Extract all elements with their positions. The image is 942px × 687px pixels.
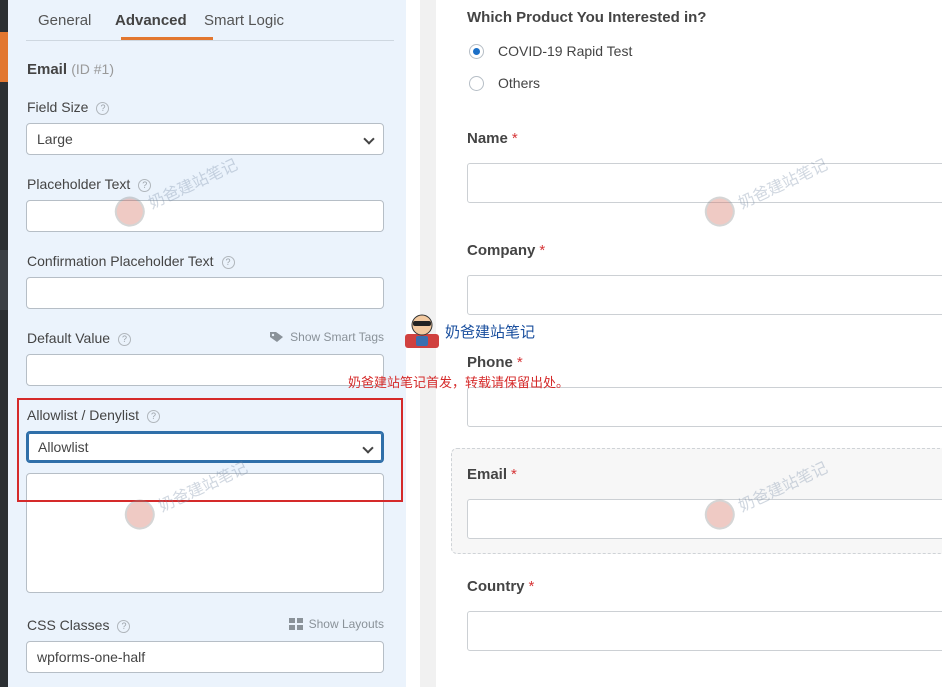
builder-page: General Advanced Smart Logic Email (ID #…: [0, 0, 942, 687]
company-label-text: Company: [467, 242, 536, 259]
tab-smart-logic[interactable]: Smart Logic: [204, 12, 284, 29]
active-tab-indicator: [121, 37, 213, 40]
chevron-down-icon: [363, 133, 375, 145]
email-input[interactable]: [467, 499, 942, 539]
placeholder-label: Placeholder Text?: [27, 176, 152, 192]
country-label-text: Country: [467, 578, 525, 595]
field-name: Email: [27, 61, 68, 78]
email-label-text: Email: [467, 466, 508, 483]
show-smart-tags-link[interactable]: Show Smart Tags: [269, 330, 384, 344]
show-layouts-link[interactable]: Show Layouts: [288, 617, 384, 631]
field-title: Email (ID #1): [27, 61, 114, 78]
radio-option-label: COVID-19 Rapid Test: [498, 43, 633, 59]
css-classes-label: CSS Classes?: [27, 617, 131, 633]
name-label: Name *: [467, 130, 518, 147]
required-marker: *: [528, 578, 535, 595]
radio-option-label: Others: [498, 75, 541, 91]
field-id: (ID #1): [71, 61, 114, 77]
required-marker: *: [511, 130, 518, 147]
email-label: Email *: [467, 466, 517, 483]
default-value-label-text: Default Value: [27, 330, 111, 346]
required-marker: *: [511, 466, 517, 483]
placeholder-label-text: Placeholder Text: [27, 176, 131, 192]
phone-label: Phone *: [467, 354, 523, 371]
field-size-label: Field Size?: [27, 99, 110, 115]
country-input[interactable]: [467, 611, 942, 651]
field-options-tabs: General Advanced Smart Logic: [26, 0, 394, 41]
field-size-select[interactable]: Large: [26, 123, 384, 155]
highlight-annotation-box: [17, 398, 403, 502]
admin-sidebar-strip: [0, 0, 8, 687]
center-watermark: 奶爸建站笔记: [403, 312, 535, 350]
product-question-label: Which Product You Interested in?: [467, 9, 707, 26]
phone-label-text: Phone: [467, 354, 513, 371]
copyright-note: 奶爸建站笔记首发，转载请保留出处。: [348, 375, 570, 390]
tab-advanced[interactable]: Advanced: [115, 12, 187, 29]
confirm-placeholder-label: Confirmation Placeholder Text?: [27, 253, 235, 269]
radio-option-others[interactable]: Others: [469, 75, 540, 91]
required-marker: *: [516, 354, 523, 371]
required-marker: *: [539, 242, 546, 259]
field-size-value: Large: [37, 131, 73, 147]
confirm-placeholder-input[interactable]: [26, 277, 384, 309]
country-label: Country *: [467, 578, 534, 595]
show-smart-tags-text: Show Smart Tags: [290, 330, 384, 344]
css-classes-label-text: CSS Classes: [27, 617, 110, 633]
field-size-label-text: Field Size: [27, 99, 89, 115]
help-icon[interactable]: ?: [138, 179, 152, 192]
default-value-input[interactable]: [26, 354, 384, 386]
radio-option-covid[interactable]: COVID-19 Rapid Test: [469, 43, 632, 59]
default-value-label: Default Value?: [27, 330, 132, 346]
radio-button[interactable]: [469, 43, 484, 59]
layout-grid-icon: [288, 618, 303, 630]
help-icon[interactable]: ?: [117, 620, 131, 633]
phone-input[interactable]: [467, 387, 942, 427]
field-options-panel: General Advanced Smart Logic Email (ID #…: [8, 0, 406, 687]
help-icon[interactable]: ?: [118, 333, 132, 346]
help-icon[interactable]: ?: [96, 102, 110, 115]
mascot-icon: [405, 314, 439, 348]
company-input[interactable]: [467, 275, 942, 315]
company-label: Company *: [467, 242, 545, 259]
name-label-text: Name: [467, 130, 508, 147]
show-layouts-text: Show Layouts: [308, 617, 384, 631]
tag-icon: [270, 332, 284, 342]
radio-button[interactable]: [469, 75, 484, 91]
help-icon[interactable]: ?: [221, 256, 235, 269]
placeholder-input[interactable]: [26, 200, 384, 232]
center-watermark-text: 奶爸建站笔记: [445, 323, 536, 341]
admin-menu-item[interactable]: [0, 250, 8, 310]
confirm-placeholder-label-text: Confirmation Placeholder Text: [27, 253, 214, 269]
name-input[interactable]: [467, 163, 942, 203]
admin-menu-active-accent: [0, 32, 8, 82]
tab-general[interactable]: General: [38, 12, 91, 29]
css-classes-input[interactable]: wpforms-one-half: [26, 641, 384, 673]
